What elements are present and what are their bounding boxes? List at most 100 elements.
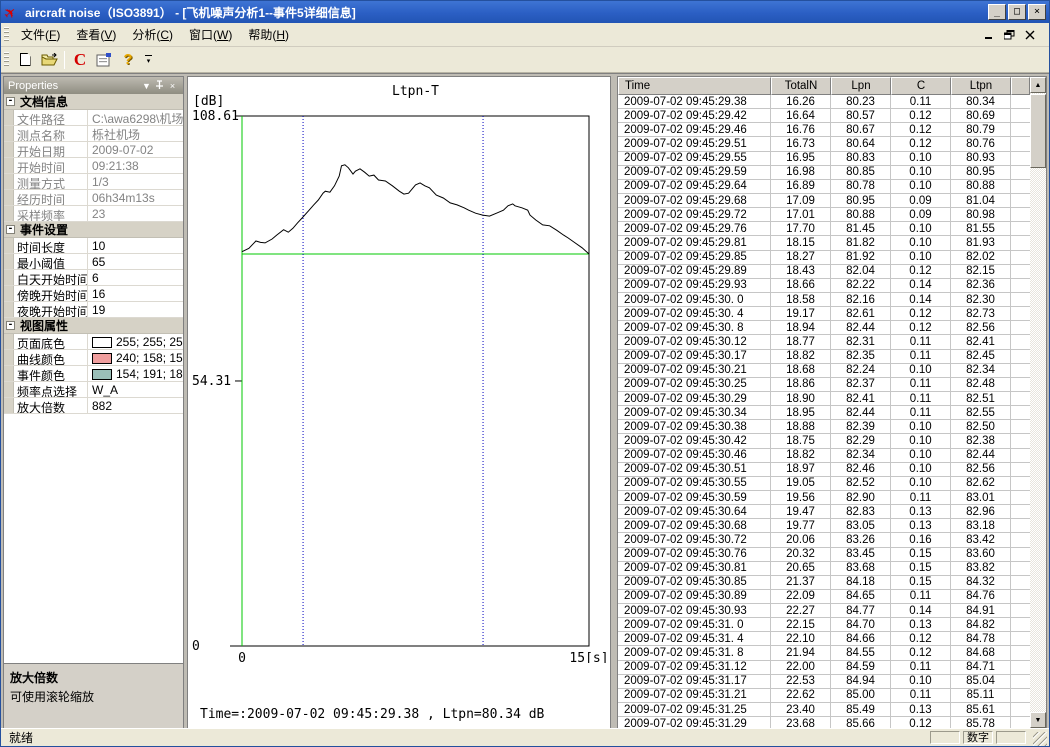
- property-value[interactable]: 6: [88, 270, 183, 285]
- minimize-button[interactable]: _: [988, 4, 1006, 20]
- property-value[interactable]: 1/3: [88, 174, 183, 189]
- collapse-icon[interactable]: -: [6, 97, 15, 106]
- table-row[interactable]: 2009-07-02 09:45:30.6819.7783.050.1383.1…: [618, 519, 1030, 533]
- table-row[interactable]: 2009-07-02 09:45:31.1722.5384.940.1085.0…: [618, 675, 1030, 689]
- table-row[interactable]: 2009-07-02 09:45:29.6817.0980.950.0981.0…: [618, 194, 1030, 208]
- properties-panel-header[interactable]: Properties ▼ ×: [4, 77, 183, 94]
- mdi-restore-icon[interactable]: [1004, 30, 1015, 40]
- table-row[interactable]: 2009-07-02 09:45:29.7617.7081.450.1081.5…: [618, 222, 1030, 236]
- property-value[interactable]: 09:21:38: [88, 158, 183, 173]
- maximize-button[interactable]: □: [1008, 4, 1026, 20]
- chart-panel[interactable]: Ltpn-T[dB]108.6154.310015[s] Time=:2009-…: [187, 76, 611, 729]
- title-bar[interactable]: ✈ aircraft noise（ISO3891） - [飞机噪声分析1--事件…: [1, 1, 1049, 23]
- table-row[interactable]: 2009-07-02 09:45:30.2118.6882.240.1082.3…: [618, 364, 1030, 378]
- table-row[interactable]: 2009-07-02 09:45:30. 018.5882.160.1482.3…: [618, 293, 1030, 307]
- close-button[interactable]: ×: [1028, 4, 1046, 20]
- column-header[interactable]: Ltpn: [951, 77, 1011, 95]
- table-row[interactable]: 2009-07-02 09:45:31.2122.6285.000.1185.1…: [618, 689, 1030, 703]
- scrollbar-thumb[interactable]: [1030, 94, 1046, 168]
- help-button[interactable]: ?: [116, 49, 140, 71]
- property-value[interactable]: 240; 158; 15: [88, 350, 183, 365]
- property-value[interactable]: 2009-07-02: [88, 142, 183, 157]
- table-scrollbar[interactable]: ▲ ▼: [1030, 77, 1046, 728]
- table-row[interactable]: 2009-07-02 09:45:30. 419.1782.610.1282.7…: [618, 307, 1030, 321]
- table-row[interactable]: 2009-07-02 09:45:31.2523.4085.490.1385.6…: [618, 703, 1030, 717]
- table-row[interactable]: 2009-07-02 09:45:29.5916.9880.850.1080.9…: [618, 166, 1030, 180]
- column-header[interactable]: TotalN: [771, 77, 831, 95]
- table-row[interactable]: 2009-07-02 09:45:31.1222.0084.590.1184.7…: [618, 661, 1030, 675]
- table-row[interactable]: 2009-07-02 09:45:30.3418.9582.440.1182.5…: [618, 406, 1030, 420]
- table-row[interactable]: 2009-07-02 09:45:29.8118.1581.820.1081.9…: [618, 236, 1030, 250]
- property-value[interactable]: C:\awa6298\机场: [88, 110, 183, 125]
- table-row[interactable]: 2009-07-02 09:45:30.4618.8282.340.1082.4…: [618, 449, 1030, 463]
- toolbar-overflow-button[interactable]: ▾: [142, 50, 155, 70]
- property-value[interactable]: 栎社机场: [88, 126, 183, 141]
- table-row[interactable]: 2009-07-02 09:45:30.9322.2784.770.1484.9…: [618, 604, 1030, 618]
- property-value[interactable]: 10: [88, 238, 183, 253]
- table-row[interactable]: 2009-07-02 09:45:29.3816.2680.230.1180.3…: [618, 95, 1030, 109]
- property-value[interactable]: 19: [88, 302, 183, 317]
- table-row[interactable]: 2009-07-02 09:45:29.4216.6480.570.1280.6…: [618, 109, 1030, 123]
- property-value[interactable]: 255; 255; 25: [88, 334, 183, 349]
- property-value[interactable]: 154; 191; 18: [88, 366, 183, 381]
- table-row[interactable]: 2009-07-02 09:45:29.6416.8980.780.1080.8…: [618, 180, 1030, 194]
- menu-item[interactable]: 文件(F): [13, 23, 68, 46]
- scroll-down-button[interactable]: ▼: [1030, 712, 1046, 728]
- analysis-button[interactable]: C: [68, 49, 92, 71]
- table-row[interactable]: 2009-07-02 09:45:30.3818.8882.390.1082.5…: [618, 420, 1030, 434]
- menu-item[interactable]: 查看(V): [68, 23, 124, 46]
- property-section-header[interactable]: -文档信息: [4, 94, 183, 110]
- table-row[interactable]: 2009-07-02 09:45:31. 022.1584.700.1384.8…: [618, 618, 1030, 632]
- chevron-down-icon[interactable]: ▼: [140, 81, 153, 91]
- close-panel-icon[interactable]: ×: [166, 81, 179, 91]
- properties-button[interactable]: [92, 49, 116, 71]
- property-value[interactable]: 882: [88, 398, 183, 413]
- menu-item[interactable]: 帮助(H): [240, 23, 297, 46]
- table-row[interactable]: 2009-07-02 09:45:30.5118.9782.460.1082.5…: [618, 463, 1030, 477]
- property-value[interactable]: 23: [88, 206, 183, 221]
- table-row[interactable]: 2009-07-02 09:45:30.7220.0683.260.1683.4…: [618, 533, 1030, 547]
- table-row[interactable]: 2009-07-02 09:45:30.8922.0984.650.1184.7…: [618, 590, 1030, 604]
- table-row[interactable]: 2009-07-02 09:45:30.2518.8682.370.1182.4…: [618, 378, 1030, 392]
- table-row[interactable]: 2009-07-02 09:45:29.9318.6682.220.1482.3…: [618, 279, 1030, 293]
- table-row[interactable]: 2009-07-02 09:45:29.4616.7680.670.1280.7…: [618, 123, 1030, 137]
- table-row[interactable]: 2009-07-02 09:45:30.5919.5682.900.1183.0…: [618, 491, 1030, 505]
- menu-grip[interactable]: [4, 27, 9, 43]
- mdi-close-icon[interactable]: [1025, 30, 1035, 40]
- column-header[interactable]: C: [891, 77, 951, 95]
- property-value[interactable]: W_A: [88, 382, 183, 397]
- property-section-header[interactable]: -视图属性: [4, 318, 183, 334]
- table-row[interactable]: 2009-07-02 09:45:30.4218.7582.290.1082.3…: [618, 434, 1030, 448]
- mdi-minimize-icon[interactable]: [985, 30, 994, 39]
- table-row[interactable]: 2009-07-02 09:45:29.7217.0180.880.0980.9…: [618, 208, 1030, 222]
- table-row[interactable]: 2009-07-02 09:45:30.8120.6583.680.1583.8…: [618, 562, 1030, 576]
- column-header[interactable]: Time: [618, 77, 771, 95]
- property-section-header[interactable]: -事件设置: [4, 222, 183, 238]
- property-value[interactable]: 65: [88, 254, 183, 269]
- menu-item[interactable]: 分析(C): [124, 23, 181, 46]
- table-row[interactable]: 2009-07-02 09:45:29.5516.9580.830.1080.9…: [618, 152, 1030, 166]
- table-row[interactable]: 2009-07-02 09:45:31. 422.1084.660.1284.7…: [618, 632, 1030, 646]
- table-row[interactable]: 2009-07-02 09:45:30.5519.0582.520.1082.6…: [618, 477, 1030, 491]
- column-header[interactable]: Lpn: [831, 77, 891, 95]
- pin-icon[interactable]: [153, 80, 166, 92]
- table-row[interactable]: 2009-07-02 09:45:30.1718.8282.350.1182.4…: [618, 350, 1030, 364]
- table-row[interactable]: 2009-07-02 09:45:30.1218.7782.310.1182.4…: [618, 335, 1030, 349]
- table-row[interactable]: 2009-07-02 09:45:29.5116.7380.640.1280.7…: [618, 137, 1030, 151]
- collapse-icon[interactable]: -: [6, 225, 15, 234]
- table-row[interactable]: 2009-07-02 09:45:30.2918.9082.410.1182.5…: [618, 392, 1030, 406]
- property-value[interactable]: 16: [88, 286, 183, 301]
- toolbar-grip[interactable]: [4, 52, 9, 68]
- ltpn-chart[interactable]: Ltpn-T[dB]108.6154.310015[s]: [188, 77, 610, 663]
- table-row[interactable]: 2009-07-02 09:45:29.8918.4382.040.1282.1…: [618, 265, 1030, 279]
- open-file-button[interactable]: [37, 49, 61, 71]
- new-document-button[interactable]: [13, 49, 37, 71]
- table-row[interactable]: 2009-07-02 09:45:30.8521.3784.180.1584.3…: [618, 576, 1030, 590]
- property-value[interactable]: 06h34m13s: [88, 190, 183, 205]
- table-row[interactable]: 2009-07-02 09:45:30.7620.3283.450.1583.6…: [618, 548, 1030, 562]
- resize-grip[interactable]: [1033, 732, 1047, 746]
- menu-item[interactable]: 窗口(W): [181, 23, 240, 46]
- table-row[interactable]: 2009-07-02 09:45:31. 821.9484.550.1284.6…: [618, 646, 1030, 660]
- table-row[interactable]: 2009-07-02 09:45:30.6419.4782.830.1382.9…: [618, 505, 1030, 519]
- table-row[interactable]: 2009-07-02 09:45:29.8518.2781.920.1082.0…: [618, 251, 1030, 265]
